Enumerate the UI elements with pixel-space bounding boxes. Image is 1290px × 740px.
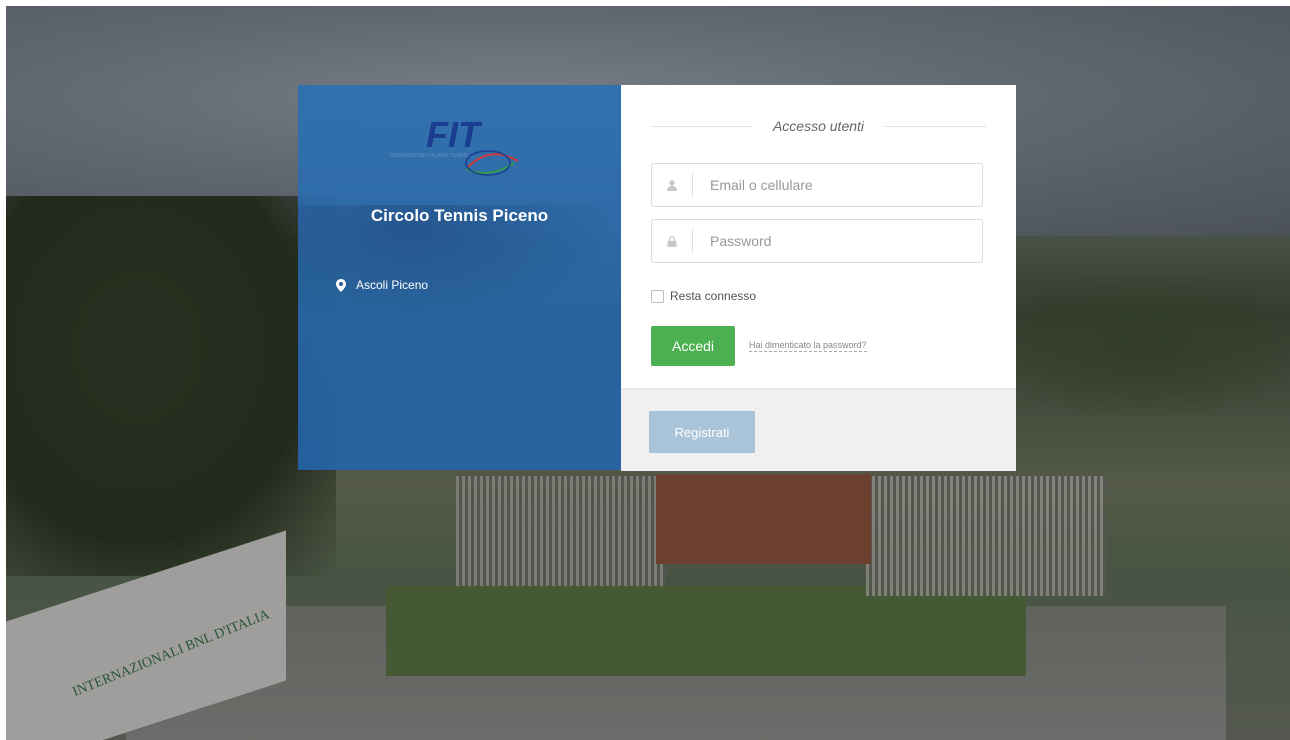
login-button[interactable]: Accedi — [651, 326, 735, 366]
user-icon — [652, 172, 693, 198]
logo-text: FIT — [426, 115, 483, 155]
login-panel: Accesso utenti Resta connesso Accedi Hai… — [621, 85, 1016, 471]
lock-icon — [652, 228, 693, 254]
email-input[interactable] — [693, 176, 972, 194]
map-pin-icon — [336, 278, 346, 292]
remember-label: Resta connesso — [670, 289, 757, 303]
club-location: Ascoli Piceno — [336, 278, 428, 292]
password-field — [651, 219, 983, 263]
remember-me[interactable]: Resta connesso — [651, 289, 756, 303]
login-title: Accesso utenti — [772, 118, 865, 134]
location-label: Ascoli Piceno — [356, 278, 429, 292]
forgot-password-link[interactable]: Hai dimenticato la password? — [749, 340, 867, 352]
fit-logo: FIT FEDERAZIONE ITALIANA TENNIS — [390, 115, 519, 176]
remember-checkbox[interactable] — [651, 289, 664, 303]
password-input[interactable] — [693, 232, 972, 250]
register-button[interactable]: Registrati — [649, 411, 755, 453]
logo-subtext: FEDERAZIONE ITALIANA TENNIS — [390, 153, 469, 159]
email-field — [651, 163, 983, 207]
login-heading: Accesso utenti — [651, 118, 986, 134]
register-footer: Registrati — [621, 388, 1016, 471]
club-panel: FIT FEDERAZIONE ITALIANA TENNIS Circolo … — [298, 85, 621, 470]
club-name: Circolo Tennis Piceno — [370, 206, 549, 225]
login-card: FIT FEDERAZIONE ITALIANA TENNIS Circolo … — [298, 85, 1016, 471]
